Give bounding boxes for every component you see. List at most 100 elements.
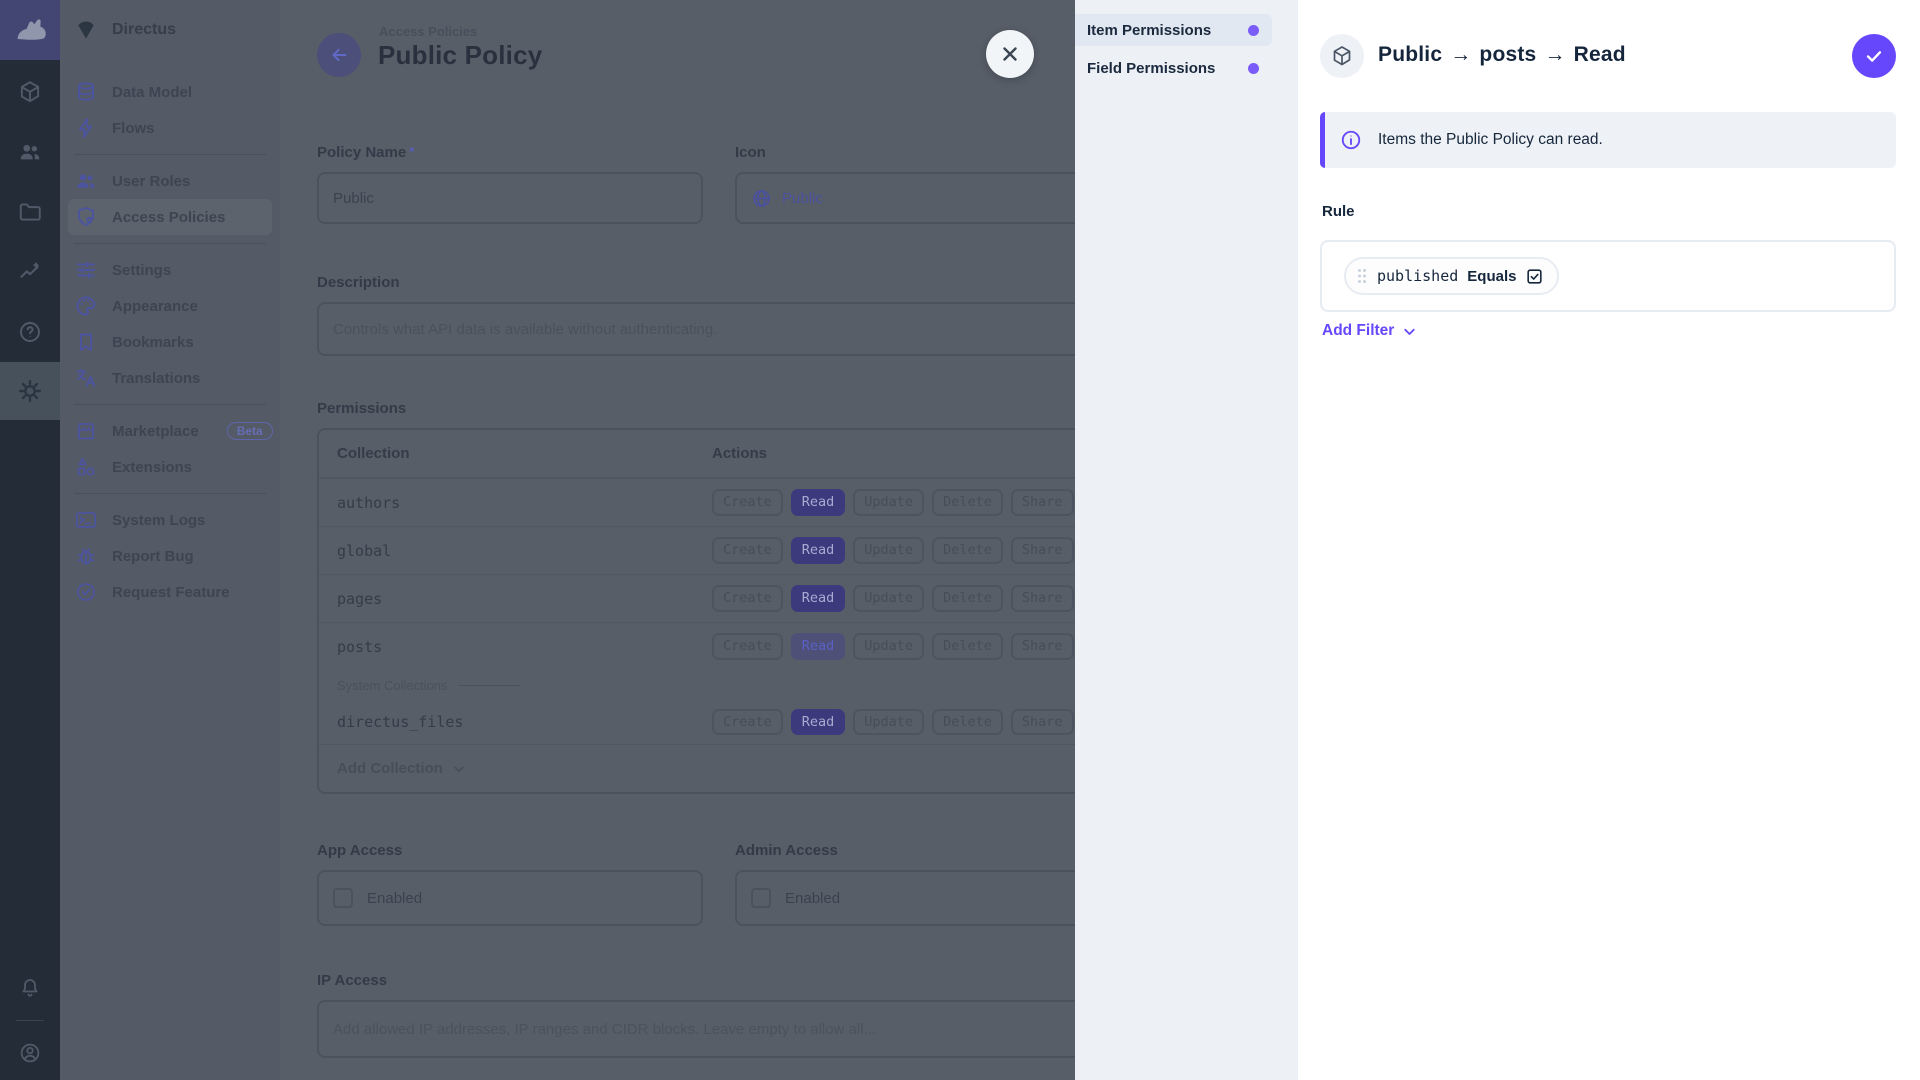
app-access-checkbox[interactable] — [333, 888, 353, 908]
app-access-field: Enabled — [317, 870, 703, 926]
project-name: Directus — [112, 21, 177, 38]
people-icon — [20, 144, 40, 160]
check-icon — [1866, 51, 1882, 62]
collection-name: global — [337, 541, 392, 560]
delete-toggle[interactable]: Delete — [932, 708, 1003, 736]
admin-access-checkbox[interactable] — [751, 888, 771, 908]
update-toggle[interactable]: Update — [853, 633, 925, 660]
module-users[interactable] — [0, 122, 60, 182]
checked-checkbox-icon[interactable] — [1525, 267, 1544, 286]
nav-item-data-model[interactable]: Data Model — [60, 74, 280, 110]
delete-toggle[interactable]: Delete — [932, 633, 1003, 660]
action-toggles: Create Read Update Delete Share — [712, 537, 1074, 564]
nav-item-extensions[interactable]: Extensions — [60, 449, 280, 485]
nav-item-translations[interactable]: Translations — [60, 360, 280, 396]
column-collection: Collection — [337, 445, 410, 462]
module-content[interactable] — [0, 62, 60, 122]
collection-name: posts — [337, 637, 383, 656]
read-toggle[interactable]: Read — [790, 537, 846, 564]
drawer-close-button[interactable] — [986, 30, 1034, 78]
create-toggle[interactable]: Create — [712, 537, 783, 564]
shapes-icon — [74, 455, 98, 479]
delete-toggle[interactable]: Delete — [932, 489, 1003, 516]
back-button[interactable] — [317, 33, 361, 77]
description-field[interactable] — [317, 302, 1120, 356]
nav-item-settings[interactable]: Settings — [60, 252, 280, 288]
share-toggle[interactable]: Share — [1010, 489, 1074, 516]
create-toggle[interactable]: Create — [712, 489, 783, 516]
share-toggle[interactable]: Share — [1010, 708, 1074, 736]
read-toggle-editing[interactable]: Read — [790, 633, 846, 660]
read-toggle[interactable]: Read — [790, 708, 846, 736]
nav-item-label: Settings — [112, 261, 172, 279]
share-toggle[interactable]: Share — [1010, 633, 1074, 660]
add-filter-label: Add Filter — [1322, 322, 1395, 339]
delete-toggle[interactable]: Delete — [932, 537, 1003, 564]
nav-item-request-feature[interactable]: Request Feature — [60, 574, 280, 610]
module-files[interactable] — [0, 182, 60, 242]
ip-access-field[interactable] — [317, 1000, 1120, 1058]
drag-handle-icon[interactable] — [1356, 267, 1368, 285]
add-collection-button[interactable]: Add Collection — [319, 744, 1118, 792]
read-toggle[interactable]: Read — [790, 585, 846, 612]
policy-name-field[interactable] — [317, 172, 703, 224]
module-bar-divider — [16, 1020, 44, 1021]
share-toggle[interactable]: Share — [1010, 537, 1074, 564]
create-toggle[interactable]: Create — [712, 633, 783, 660]
required-marker: * — [409, 144, 415, 159]
update-toggle[interactable]: Update — [853, 708, 925, 736]
nav-item-bookmarks[interactable]: Bookmarks — [60, 324, 280, 360]
nav-item-marketplace[interactable]: Marketplace Beta — [60, 413, 280, 449]
description-input[interactable] — [333, 304, 1104, 354]
create-toggle[interactable]: Create — [712, 585, 783, 612]
tab-field-permissions[interactable]: Field Permissions — [1075, 52, 1272, 84]
account-button[interactable] — [0, 1023, 60, 1080]
update-toggle[interactable]: Update — [853, 537, 925, 564]
nav-item-access-policies[interactable]: Access Policies — [68, 199, 272, 235]
nav-item-system-logs[interactable]: System Logs — [60, 502, 280, 538]
action-toggles: Create Read Update Delete Share — [712, 585, 1074, 612]
banner-accent-bar — [1320, 112, 1325, 168]
nav-divider — [74, 154, 266, 155]
table-row-directus-files: directus_files Create Read Update Delete… — [319, 700, 1118, 744]
nav-item-user-roles[interactable]: User Roles — [60, 163, 280, 199]
ip-access-input[interactable] — [333, 1002, 1104, 1056]
save-button[interactable] — [1852, 34, 1896, 78]
breadcrumb[interactable]: Access Policies — [379, 24, 477, 39]
project-chooser[interactable]: Directus — [60, 0, 280, 60]
directus-logo[interactable] — [0, 0, 60, 60]
filter-operator[interactable]: Equals — [1467, 268, 1516, 285]
policy-name-input[interactable] — [333, 174, 687, 222]
nav-panel: Directus Data Model Flows User Roles Acc… — [60, 0, 280, 1080]
tune-icon — [74, 258, 98, 282]
tab-item-permissions[interactable]: Item Permissions — [1075, 14, 1272, 46]
icon-label: Icon — [735, 144, 766, 161]
drawer-title-policy: Public — [1378, 43, 1443, 66]
column-actions: Actions — [712, 445, 768, 462]
nav-item-label: Bookmarks — [112, 333, 194, 351]
create-toggle[interactable]: Create — [712, 708, 783, 736]
module-help[interactable] — [0, 302, 60, 362]
drawer-sidebar: Item Permissions Field Permissions — [1075, 0, 1298, 1080]
nav-item-report-bug[interactable]: Report Bug — [60, 538, 280, 574]
delete-toggle[interactable]: Delete — [932, 585, 1003, 612]
add-filter-button[interactable]: Add Filter — [1322, 322, 1418, 340]
read-toggle[interactable]: Read — [790, 489, 846, 516]
nav-item-appearance[interactable]: Appearance — [60, 288, 280, 324]
notifications-button[interactable] — [0, 958, 60, 1018]
table-row-global: global Create Read Update Delete Share — [319, 526, 1118, 574]
close-icon — [1003, 47, 1017, 61]
action-toggles: Create Read Update Delete Share — [712, 489, 1074, 516]
icon-field[interactable]: Public — [735, 172, 1121, 224]
module-insights[interactable] — [0, 242, 60, 302]
nav-item-flows[interactable]: Flows — [60, 110, 280, 146]
action-toggles: Create Read Update Delete Share — [712, 708, 1074, 736]
update-toggle[interactable]: Update — [853, 585, 925, 612]
nav-item-label: System Logs — [112, 511, 206, 529]
nav-item-label: Access Policies — [112, 208, 226, 226]
filter-pill[interactable]: published Equals — [1344, 257, 1560, 295]
module-settings[interactable] — [0, 362, 60, 420]
update-toggle[interactable]: Update — [853, 489, 925, 516]
share-toggle[interactable]: Share — [1010, 585, 1074, 612]
filter-field[interactable]: published — [1377, 267, 1458, 285]
